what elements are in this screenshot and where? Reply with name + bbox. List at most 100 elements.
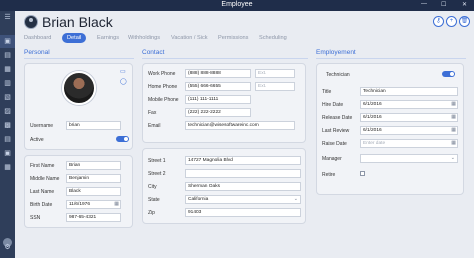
minimize-icon[interactable]: — (421, 1, 427, 7)
image-upload-icon[interactable]: ▭ (120, 68, 126, 75)
hire-date-field[interactable]: 6/1/2016 ▦ (360, 100, 458, 109)
personal-info-panel: First Name Brian Middle Name Benjamin La… (24, 155, 133, 228)
release-date-field[interactable]: 6/1/2016 ▦ (360, 113, 458, 122)
retire-checkbox[interactable] (360, 171, 365, 176)
title-label: Title (322, 89, 332, 95)
document-icon[interactable]: ▧ (3, 93, 12, 102)
role-toggle[interactable] (442, 71, 455, 77)
clipboard-icon[interactable]: ▥ (3, 79, 12, 88)
email-label: Email (148, 123, 161, 129)
state-value: California (188, 197, 209, 202)
state-label: State (148, 197, 160, 203)
avatar (24, 15, 38, 29)
key-icon[interactable]: ⚷ (433, 16, 444, 27)
active-toggle[interactable] (116, 136, 129, 142)
camera-icon[interactable]: ◯ (120, 78, 127, 85)
calendar-icon[interactable]: ▦ (114, 201, 119, 208)
list-icon[interactable]: ▤ (3, 51, 12, 60)
calendar-icon[interactable]: ▦ (451, 127, 456, 134)
work-phone-label: Work Phone (148, 71, 176, 77)
retire-label: Retire (322, 172, 336, 178)
calendar-icon[interactable]: ▦ (451, 114, 456, 121)
mobile-phone-field[interactable]: (111) 111-1111 (185, 95, 251, 104)
last-name-label: Last Name (30, 189, 55, 195)
city-field[interactable]: Sherman Oaks (185, 182, 301, 191)
menu-icon[interactable]: ☰ (3, 13, 12, 22)
person-icon[interactable]: ▣ (3, 37, 12, 46)
add-icon[interactable]: + (446, 16, 457, 27)
username-label: Username (30, 123, 54, 129)
hire-date-label: Hire Date (322, 102, 344, 108)
tab-detail[interactable]: Detail (62, 33, 87, 43)
hire-date-value: 6/1/2016 (363, 102, 382, 107)
mobile-phone-label: Mobile Phone (148, 97, 179, 103)
first-name-label: First Name (30, 163, 55, 169)
middle-name-label: Middle Name (30, 176, 60, 182)
release-date-value: 6/1/2016 (363, 115, 382, 120)
fax-label: Fax (148, 110, 157, 116)
box-icon[interactable]: ▦ (3, 163, 12, 172)
home-phone-ext-field[interactable]: Ext. (255, 82, 295, 91)
personal-account-panel: ▭ ◯ Username brian Active (24, 63, 133, 150)
fax-field[interactable]: (222) 222-2222 (185, 108, 251, 117)
home-phone-field[interactable]: (555) 666-6655 (185, 82, 251, 91)
truck-icon[interactable]: ▣ (3, 149, 12, 158)
active-label: Active (30, 137, 44, 143)
section-employment-title: Employement (316, 49, 356, 56)
section-divider (316, 58, 466, 59)
gear-icon[interactable]: ⚙ (3, 243, 12, 252)
calendar-icon[interactable]: ▦ (451, 101, 456, 108)
birth-date-value: 11/6/1976 (69, 202, 90, 207)
birth-date-field[interactable]: 11/6/1976 ▦ (66, 200, 121, 209)
maximize-icon[interactable]: ☐ (441, 1, 446, 8)
delete-icon[interactable]: 🗑 (459, 16, 470, 27)
ssn-field[interactable]: 987-65-4321 (66, 213, 121, 222)
street1-field[interactable]: 14727 Magnolia Blvd (185, 156, 301, 165)
chart-icon[interactable]: ▩ (3, 121, 12, 130)
calendar-icon[interactable]: ▦ (3, 65, 12, 74)
profile-photo (62, 71, 96, 105)
street2-field[interactable] (185, 169, 301, 178)
manager-select[interactable]: ⌄ (360, 154, 458, 163)
title-bar: Employee — ☐ ✕ (0, 0, 474, 11)
zip-field[interactable]: 91403 (185, 208, 301, 217)
last-review-label: Last Review (322, 128, 350, 134)
tab-vacation-sick[interactable]: Vacation / Sick (171, 33, 208, 43)
tab-dashboard[interactable]: Dashboard (24, 33, 51, 43)
title-field[interactable]: Technician (360, 87, 458, 96)
calendar-icon[interactable]: ▦ (451, 140, 456, 147)
work-phone-field[interactable]: (888) 888-8888 (185, 69, 251, 78)
work-phone-ext-field[interactable]: Ext. (255, 69, 295, 78)
last-name-field[interactable]: Black (66, 187, 121, 196)
release-date-label: Release Date (322, 115, 353, 121)
street1-label: Street 1 (148, 158, 166, 164)
section-personal-title: Personal (24, 49, 50, 56)
raise-date-field[interactable]: Enter date ▦ (360, 139, 458, 148)
contact-phone-panel: Work Phone (888) 888-8888 Ext. Home Phon… (142, 63, 306, 143)
building-icon[interactable]: ▤ (3, 135, 12, 144)
last-review-field[interactable]: 6/1/2016 ▦ (360, 126, 458, 135)
tab-withholdings[interactable]: Withholdings (128, 33, 160, 43)
folder-icon[interactable]: ▨ (3, 107, 12, 116)
chevron-down-icon: ⌄ (450, 155, 455, 161)
chevron-down-icon: ⌄ (293, 196, 298, 202)
middle-name-field[interactable]: Benjamin (66, 174, 121, 183)
zip-label: Zip (148, 210, 155, 216)
state-select[interactable]: California ⌄ (185, 195, 301, 204)
section-divider (24, 58, 134, 59)
manager-label: Manager (322, 156, 342, 162)
employment-panel: Technician Title Technician Hire Date 6/… (316, 63, 464, 195)
window-title: Employee (221, 1, 253, 8)
tab-earnings[interactable]: Earnings (97, 33, 119, 43)
email-field[interactable]: technician@wisesoftwareinc.com (185, 121, 295, 130)
contact-address-panel: Street 1 14727 Magnolia Blvd Street 2 Ci… (142, 148, 306, 224)
home-phone-label: Home Phone (148, 84, 178, 90)
tab-permissions[interactable]: Permissions (218, 33, 248, 43)
sidebar: ☰ ▣ ▤ ▦ ▥ ▧ ▨ ▩ ▤ ▣ ▦ ⚙ (0, 11, 15, 258)
username-field[interactable]: brian (66, 121, 121, 130)
tab-scheduling[interactable]: Scheduling (259, 33, 287, 43)
first-name-field[interactable]: Brian (66, 161, 121, 170)
section-divider (142, 58, 308, 59)
close-icon[interactable]: ✕ (462, 1, 467, 8)
city-label: City (148, 184, 157, 190)
